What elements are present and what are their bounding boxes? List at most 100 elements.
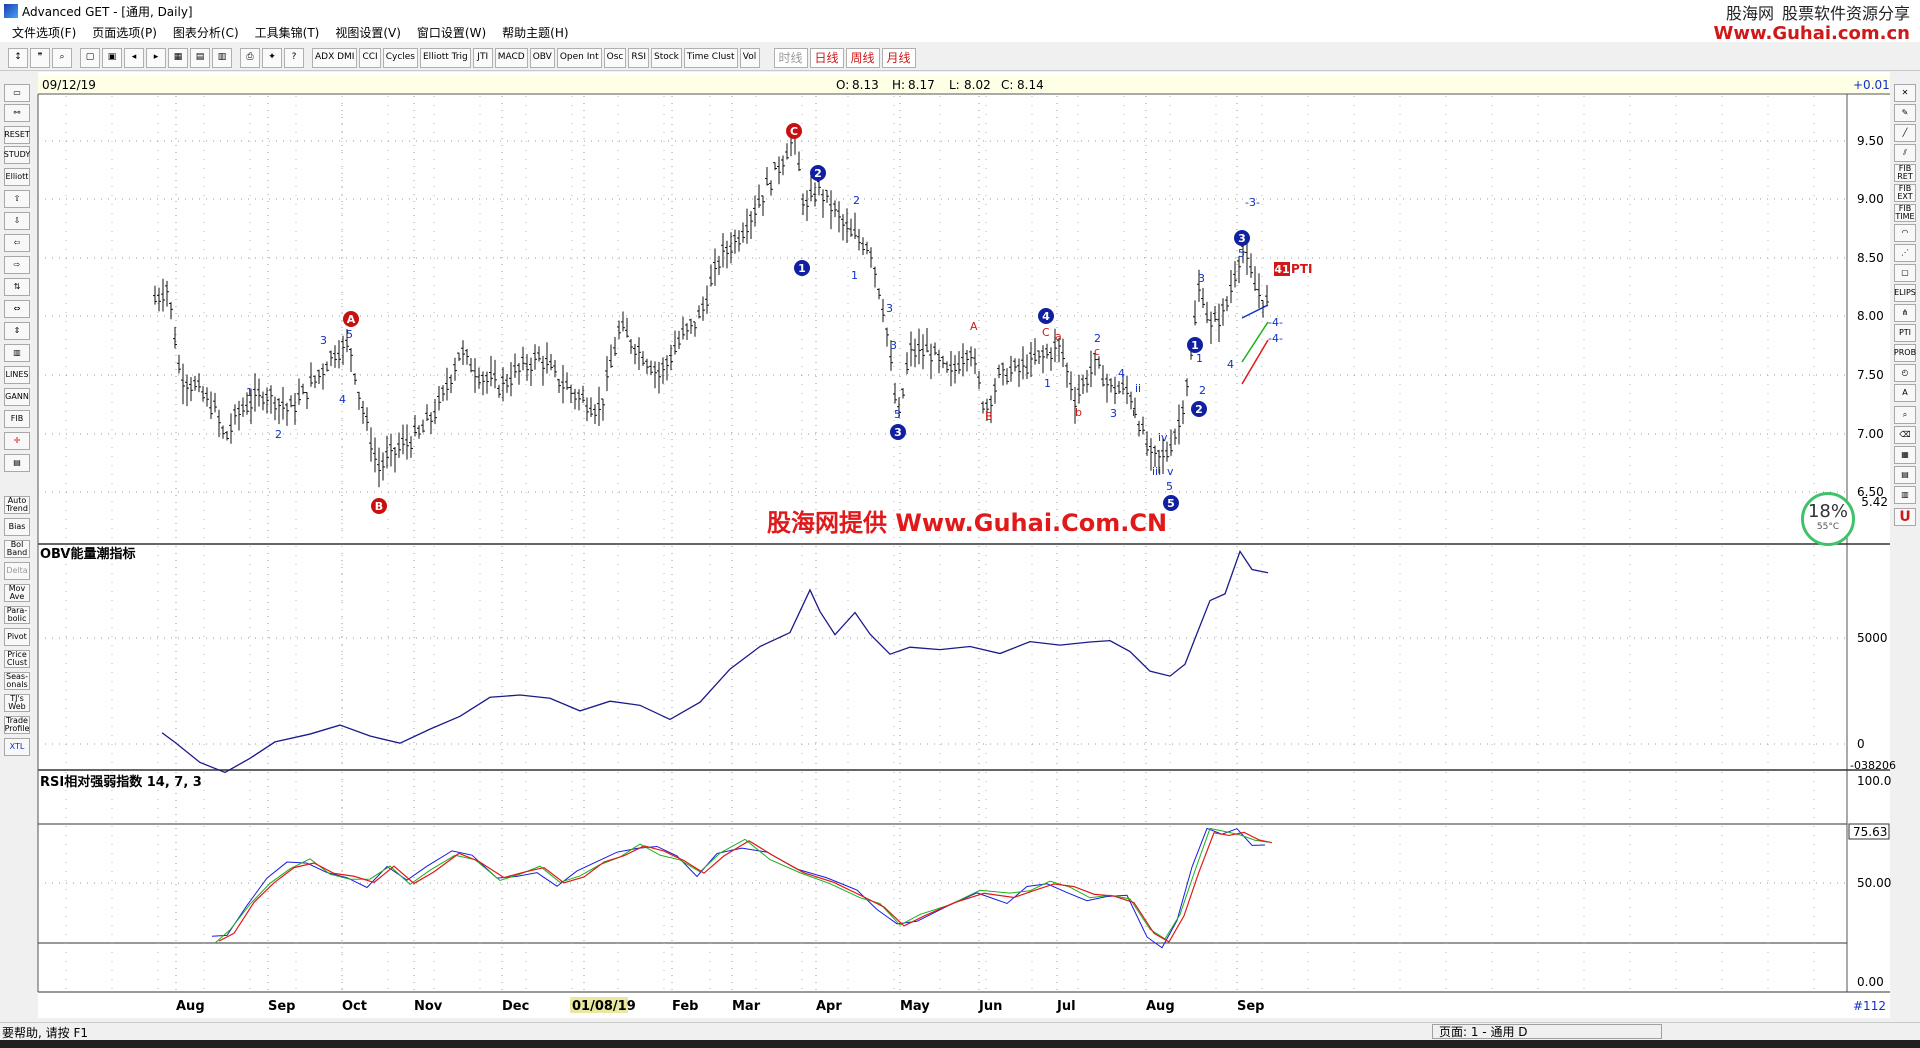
record-number: #112	[1853, 999, 1886, 1013]
indicator-osc[interactable]: Osc	[603, 47, 627, 68]
sub-wave-label: 1	[1044, 377, 1051, 390]
price-axis-label: 9.00	[1857, 192, 1884, 206]
pti-value: 41	[1274, 263, 1289, 276]
ohlc-h-label: H:	[892, 78, 905, 92]
brand-site: 股海网	[1725, 4, 1774, 23]
wave-label: 5	[1167, 497, 1175, 510]
save-icon[interactable]: ▣	[102, 47, 122, 68]
taskbar-strip	[0, 1040, 1920, 1048]
app-icon	[4, 4, 18, 18]
sub-wave-label: 2	[1199, 384, 1206, 397]
sub-wave-label: A	[970, 320, 978, 333]
indicator-cycles[interactable]: Cycles	[382, 47, 418, 68]
x-tick-label: Nov	[414, 999, 443, 1014]
obv-title: OBV能量潮指标	[40, 546, 136, 562]
indicator-obv[interactable]: OBV	[529, 47, 555, 68]
print-icon[interactable]: ⎙	[240, 47, 260, 68]
title-bar: Advanced GET - [通用, Daily]	[0, 0, 1920, 22]
rsi-axis-label: 50.00	[1857, 876, 1891, 890]
wave-label: B	[375, 500, 383, 513]
forward-icon[interactable]: ▸	[146, 47, 166, 68]
x-tick-label: Feb	[672, 999, 698, 1014]
help-pointer-icon[interactable]: ?	[284, 47, 304, 68]
sub-wave-label: b	[1075, 406, 1082, 419]
price-axis-label: 8.00	[1857, 309, 1884, 323]
indicator-time-clust[interactable]: Time Clust	[683, 47, 738, 68]
brand-tagline: 股票软件资源分享	[1781, 4, 1910, 23]
menu-file[interactable]: 文件选项(F)	[0, 24, 84, 41]
sub-wave-label: 3	[1110, 407, 1117, 420]
timeframe-hourly[interactable]: 时线	[773, 47, 808, 68]
last-price-label: 5.42	[1861, 495, 1888, 509]
menu-help[interactable]: 帮助主题(H)	[494, 24, 576, 41]
cpu-temp: 55°C	[1816, 522, 1840, 532]
menu-bar: 文件选项(F) 页面选项(P) 图表分析(C) 工具集锦(T) 视图设置(V) …	[0, 22, 1920, 42]
indicator-elliott-trig[interactable]: Elliott Trig	[420, 47, 471, 68]
pti-label: PTI	[1291, 262, 1312, 276]
sub-wave-label: 2	[275, 428, 282, 441]
projection-label: -4-	[1268, 332, 1283, 345]
brand-watermark: 股海网 股票软件资源分享 Www.Guhai.com.cn	[1714, 4, 1910, 44]
sub-wave-label: 5	[894, 408, 901, 421]
obv-bottom-label: -038206	[1850, 759, 1896, 772]
price-axis-label: 8.50	[1857, 251, 1884, 265]
ohlc-high: 8.17	[908, 78, 935, 92]
price-axis-label: 7.00	[1857, 427, 1884, 441]
menu-tools[interactable]: 工具集锦(T)	[247, 24, 328, 41]
quote-icon[interactable]: ❞	[30, 47, 50, 68]
menu-window[interactable]: 窗口设置(W)	[409, 24, 494, 41]
sub-wave-label: 3	[320, 334, 327, 347]
new-icon[interactable]: ▢	[80, 47, 100, 68]
zoom-icon[interactable]: ⌕	[52, 47, 72, 68]
x-tick-label: Jul	[1056, 999, 1076, 1014]
grid-icon[interactable]: ▦	[168, 47, 188, 68]
ohlc-close: 8.14	[1017, 78, 1044, 92]
cursor-tool-icon[interactable]: ↕	[8, 47, 28, 68]
x-tick-label: 01/08/19	[572, 999, 636, 1014]
sub-wave-label: 5	[1238, 247, 1245, 260]
tile-icon[interactable]: ▤	[190, 47, 210, 68]
timeframe-daily[interactable]: 日线	[809, 47, 844, 68]
obv-axis-label: 0	[1857, 737, 1865, 751]
x-tick-label: Mar	[732, 999, 761, 1014]
cascade-icon[interactable]: ▥	[212, 47, 232, 68]
indicator-stock[interactable]: Stock	[650, 47, 682, 68]
brand-url: Www.Guhai.com.cn	[1713, 23, 1910, 44]
bulb-icon[interactable]: ✦	[262, 47, 282, 68]
chart-background	[38, 72, 1890, 1018]
sub-wave-label: 3	[886, 302, 893, 315]
timeframe-weekly[interactable]: 周线	[845, 47, 880, 68]
indicator-cci[interactable]: CCI	[359, 47, 381, 68]
indicator-vol[interactable]: Vol	[739, 47, 760, 68]
indicator-adx-dmi[interactable]: ADX DMI	[312, 47, 358, 68]
sub-wave-label: 5	[1166, 480, 1173, 493]
back-icon[interactable]: ◂	[124, 47, 144, 68]
status-help: 要帮助, 请按 F1	[2, 1025, 88, 1040]
timeframe-monthly[interactable]: 月线	[881, 47, 916, 68]
menu-view[interactable]: 视图设置(V)	[327, 24, 409, 41]
sub-wave-label: C	[1042, 326, 1050, 339]
wave-label: 3	[1238, 232, 1246, 245]
x-tick-label: May	[900, 999, 930, 1014]
sub-wave-label: 1	[851, 269, 858, 282]
chart-area: 09/12/19 O: 8.13 H: 8.17 L: 8.02 C: 8.14…	[37, 72, 1896, 1018]
sub-wave-label: 2	[853, 194, 860, 207]
rsi-title: RSI相对强弱指数 14, 7, 3	[40, 774, 202, 790]
cpu-monitor-widget[interactable]: 18% 55°C	[1801, 492, 1855, 546]
x-tick-label: Oct	[342, 999, 367, 1014]
sub-wave-label: 1	[1196, 352, 1203, 365]
indicator-rsi[interactable]: RSI	[628, 47, 649, 68]
sub-wave-label: 3	[890, 339, 897, 352]
projection-label: -4-	[1268, 316, 1283, 329]
price-axis-label: 9.50	[1857, 134, 1884, 148]
indicator-open-int[interactable]: Open Int	[556, 47, 602, 68]
indicator-jti[interactable]: JTI	[472, 47, 493, 68]
wave-label: 1	[1191, 339, 1199, 352]
indicator-macd[interactable]: MACD	[494, 47, 528, 68]
wave-label: 4	[1042, 310, 1050, 323]
sub-wave-label: 5	[346, 328, 353, 341]
price-axis-label: 7.50	[1857, 368, 1884, 382]
menu-page[interactable]: 页面选项(P)	[84, 24, 165, 41]
main-toolbar: ↕ ❞ ⌕ ▢ ▣ ◂ ▸ ▦ ▤ ▥ ⎙ ✦ ? ADX DMI CCI Cy…	[0, 45, 1920, 71]
menu-chart-analysis[interactable]: 图表分析(C)	[165, 24, 247, 41]
